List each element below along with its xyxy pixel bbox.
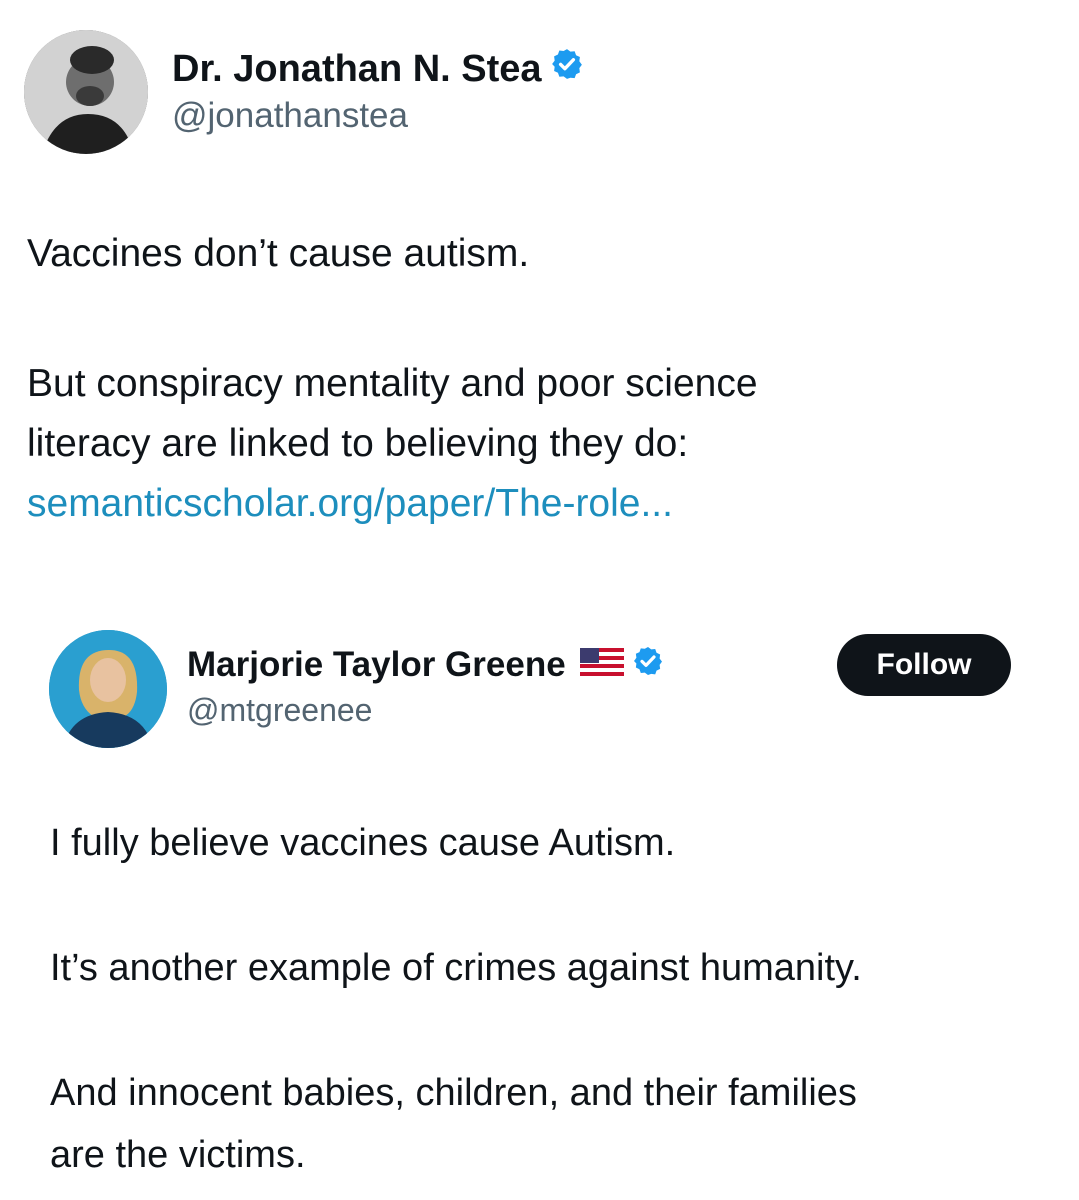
tweet-line: But conspiracy mentality and poor scienc… — [27, 362, 758, 405]
outer-tweet: Dr. Jonathan N. Stea @jonathanstea Vacci… — [0, 0, 1079, 600]
us-flag-icon — [579, 645, 624, 685]
avatar[interactable] — [49, 630, 167, 748]
author-handle[interactable]: @mtgreenee — [187, 692, 372, 729]
verified-badge-icon — [632, 645, 664, 686]
tweet-link[interactable]: semanticscholar.org/paper/The-role... — [27, 474, 1047, 534]
follow-button[interactable]: Follow — [837, 634, 1011, 696]
avatar-photo-icon — [49, 630, 167, 748]
author-name-text: Dr. Jonathan N. Stea — [172, 47, 542, 90]
tweet-line: I fully believe vaccines cause Autism. — [50, 822, 676, 864]
tweet-line: are the victims. — [50, 1134, 306, 1176]
tweet-line: It’s another example of crimes against h… — [50, 947, 862, 989]
tweet-text: Vaccines don’t cause autism. But conspir… — [27, 224, 1047, 534]
tweet-line: And innocent babies, children, and their… — [50, 1072, 857, 1114]
author-name-text: Marjorie Taylor Greene — [187, 645, 566, 684]
author-name[interactable]: Dr. Jonathan N. Stea — [172, 44, 584, 94]
author-handle[interactable]: @jonathanstea — [172, 96, 408, 136]
verified-badge-icon — [550, 47, 584, 91]
author-name[interactable]: Marjorie Taylor Greene — [187, 641, 664, 689]
quoted-tweet-text: I fully believe vaccines cause Autism. I… — [50, 812, 1060, 1186]
tweet-line: Vaccines don’t cause autism. — [27, 232, 530, 275]
avatar-photo-icon — [24, 30, 148, 154]
avatar[interactable] — [24, 30, 148, 154]
tweet-line: literacy are linked to believing they do… — [27, 422, 689, 465]
